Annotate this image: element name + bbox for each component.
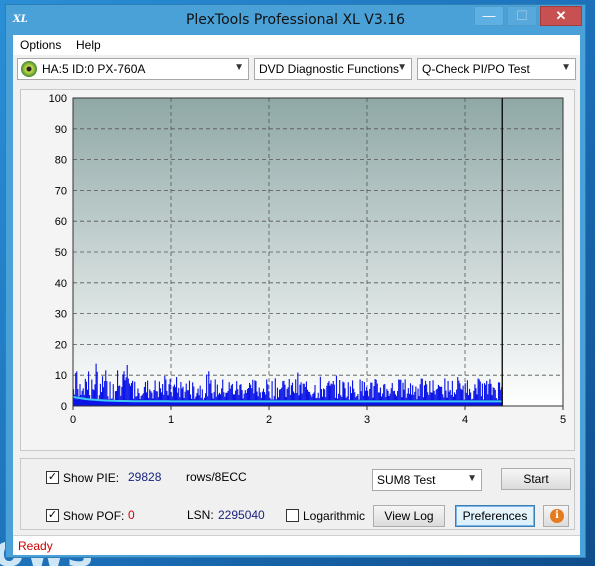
close-button[interactable]: ✕: [540, 6, 582, 26]
app-window: XL PlexTools Professional XL V3.16 — ☐ ✕…: [5, 4, 586, 558]
show-pie-checkbox[interactable]: ✓: [46, 471, 59, 484]
disc-drive-icon: [21, 61, 37, 77]
title-bar[interactable]: XL PlexTools Professional XL V3.16 — ☐ ✕: [6, 5, 585, 35]
menu-bar: Options Help: [13, 35, 580, 55]
toolbar: HA:5 ID:0 PX-760A ▼ DVD Diagnostic Funct…: [13, 57, 580, 83]
minimize-button[interactable]: —: [474, 6, 504, 26]
menu-options[interactable]: Options: [20, 38, 61, 52]
chevron-down-icon: ▼: [234, 62, 244, 73]
pi-po-chart: 0 10 20 30 40 50 60 70 80 90 100 0 1 2 3 4 5: [49, 93, 566, 426]
x-tick-label: 2: [266, 414, 272, 426]
test-select-value: Q-Check PI/PO Test: [422, 62, 530, 76]
start-button[interactable]: Start: [501, 468, 571, 490]
menu-help[interactable]: Help: [76, 38, 101, 52]
y-tick-label: 30: [55, 309, 67, 321]
view-log-button[interactable]: View Log: [373, 505, 445, 527]
logarithmic-checkbox[interactable]: [286, 509, 299, 522]
chevron-down-icon: ▼: [467, 473, 477, 484]
show-poe-label: Show POF:: [63, 509, 125, 523]
function-select-value: DVD Diagnostic Functions: [259, 62, 400, 76]
x-tick-label: 3: [364, 414, 370, 426]
sum-test-select[interactable]: SUM8 Test ▼: [372, 469, 482, 491]
x-tick-label: 0: [70, 414, 76, 426]
lsn-label: LSN:: [187, 508, 214, 522]
poe-value: 0: [128, 508, 135, 522]
drive-select[interactable]: HA:5 ID:0 PX-760A ▼: [17, 58, 249, 80]
chevron-down-icon: ▼: [397, 62, 407, 73]
sum-test-value: SUM8 Test: [377, 473, 436, 487]
y-tick-label: 0: [61, 401, 67, 413]
chart-panel: 0 10 20 30 40 50 60 70 80 90 100 0 1 2 3 4 5: [20, 89, 575, 451]
y-tick-label: 20: [55, 339, 67, 351]
y-tick-label: 10: [55, 370, 67, 382]
preferences-button[interactable]: Preferences: [455, 505, 535, 527]
maximize-button[interactable]: ☐: [507, 6, 537, 26]
drive-select-value: HA:5 ID:0 PX-760A: [42, 62, 146, 76]
rows-label: rows/8ECC: [186, 470, 247, 484]
y-tick-label: 50: [55, 247, 67, 259]
x-tick-label: 4: [462, 414, 468, 426]
chevron-down-icon: ▼: [561, 62, 571, 73]
show-pie-label: Show PIE:: [63, 471, 120, 485]
function-select[interactable]: DVD Diagnostic Functions ▼: [254, 58, 412, 80]
pie-value: 29828: [128, 470, 162, 484]
y-tick-label: 40: [55, 278, 67, 290]
y-tick-label: 60: [55, 216, 67, 228]
y-tick-label: 100: [49, 93, 67, 105]
status-bar: Ready: [13, 535, 580, 555]
x-tick-label: 5: [560, 414, 566, 426]
y-tick-label: 90: [55, 124, 67, 136]
x-tick-label: 1: [168, 414, 174, 426]
logarithmic-label: Logarithmic: [303, 509, 366, 523]
y-tick-label: 70: [55, 185, 67, 197]
info-button[interactable]: i: [543, 505, 569, 527]
client-area: Options Help HA:5 ID:0 PX-760A ▼ DVD Dia…: [13, 35, 580, 555]
info-icon: i: [550, 509, 564, 523]
status-text: Ready: [18, 539, 53, 553]
controls-panel: ✓ Show PIE: 29828 rows/8ECC SUM8 Test ▼ …: [20, 458, 575, 530]
lsn-value: 2295040: [218, 508, 265, 522]
test-select[interactable]: Q-Check PI/PO Test ▼: [417, 58, 576, 80]
y-tick-label: 80: [55, 155, 67, 167]
show-poe-checkbox[interactable]: ✓: [46, 509, 59, 522]
